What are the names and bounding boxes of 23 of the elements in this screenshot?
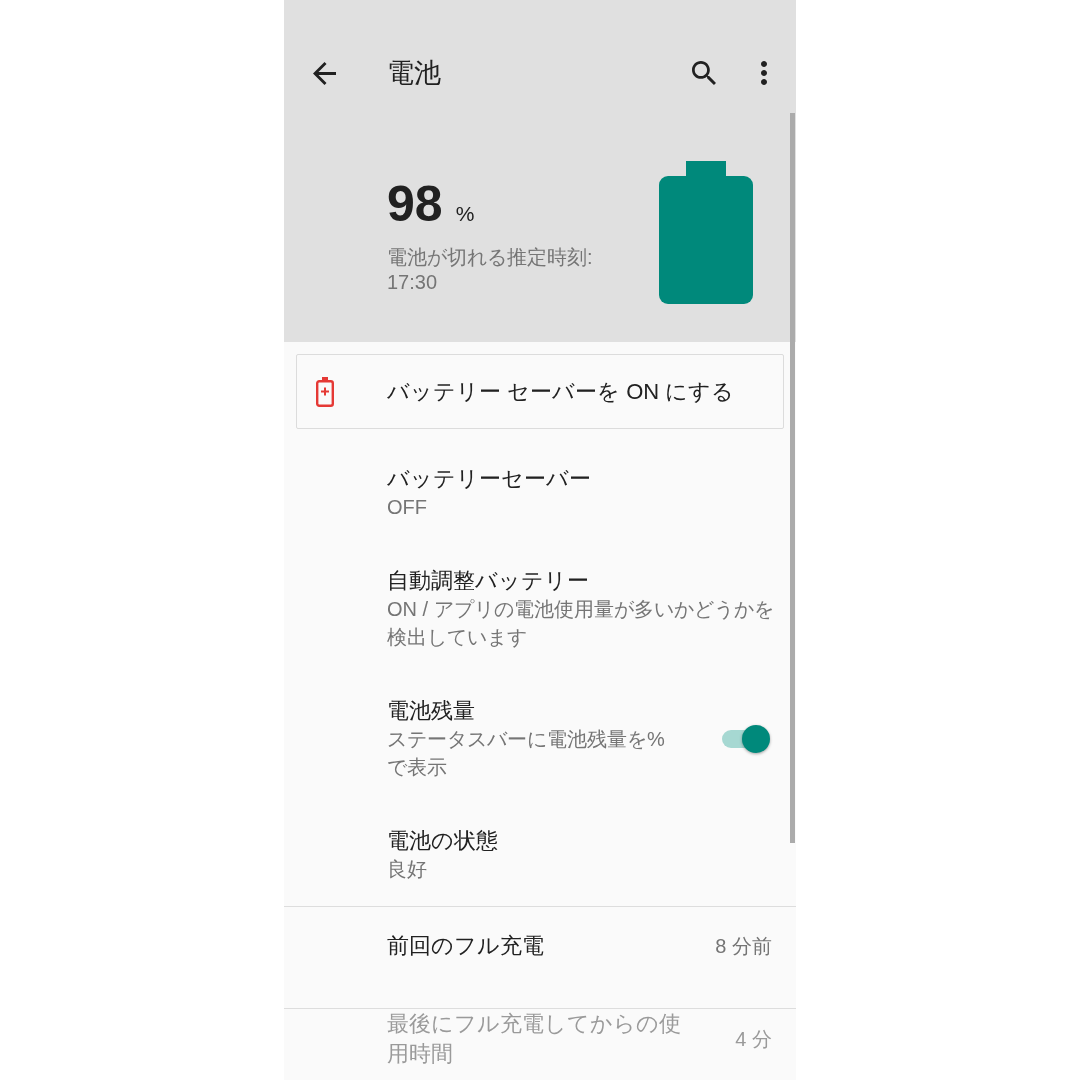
battery-plus-icon <box>316 376 334 407</box>
estimate-text: 電池が切れる推定時刻: 17:30 <box>387 245 594 295</box>
page-title: 電池 <box>387 59 441 87</box>
setting-title: 電池の状態 <box>387 827 499 855</box>
setting-title: 自動調整バッテリー <box>387 567 590 595</box>
percent-sign: % <box>455 203 475 224</box>
setting-summary: ステータスバーに電池残量を%で表示 <box>387 727 666 780</box>
back-arrow-icon[interactable] <box>313 61 336 85</box>
usage-title: 最後にフル充電してからの使用時間 <box>387 1010 682 1068</box>
more-options-icon[interactable] <box>761 61 767 85</box>
usage-value: 4 分 <box>735 1027 772 1052</box>
battery-percentage: 98 <box>387 179 443 229</box>
toggle-switch[interactable] <box>722 725 770 753</box>
setting-title: バッテリーセーバー <box>387 465 592 493</box>
usage-value: 8 分前 <box>715 934 772 959</box>
setting-title: 電池残量 <box>387 697 476 725</box>
usage-title: 前回のフル充電 <box>387 932 545 960</box>
search-icon[interactable] <box>692 61 716 85</box>
battery-icon <box>659 161 753 304</box>
setting-summary: ON / アプリの電池使用量が多いかどうかを検出しています <box>387 597 775 650</box>
setting-summary: 良好 <box>387 857 428 882</box>
setting-summary: OFF <box>387 495 428 520</box>
battery-saver-card[interactable]: バッテリー セーバーを ON にする <box>296 354 784 429</box>
